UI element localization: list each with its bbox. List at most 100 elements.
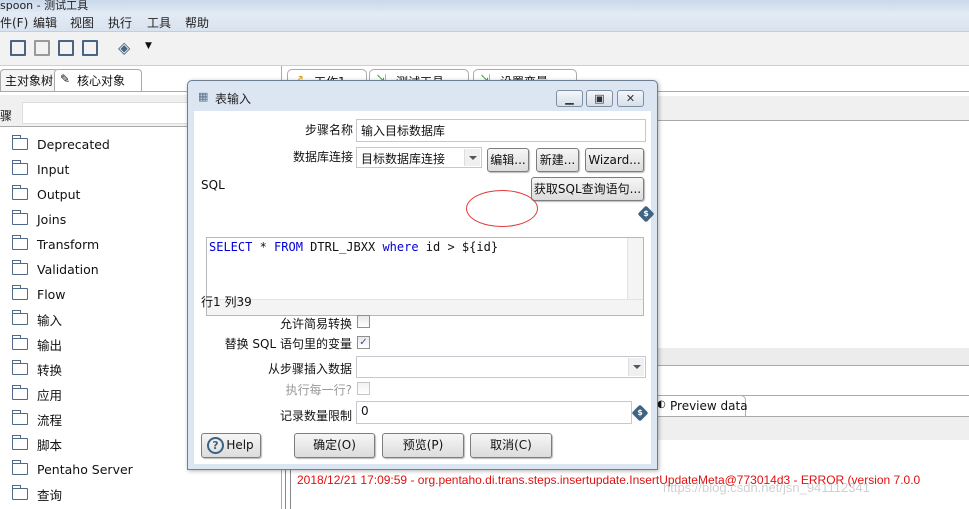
save-icon[interactable] [58,40,74,56]
folder-icon [11,135,28,150]
tree-item[interactable]: 输入 [11,309,62,329]
close-button[interactable]: ✕ [617,90,644,107]
variable-icon: $ [637,205,655,223]
folder-icon [11,485,28,500]
dialog-title: 表输入 [215,92,252,106]
menu-tools[interactable]: 工具 [147,14,171,31]
insert-from-step-select[interactable] [356,356,646,378]
sql-label: SQL [201,178,225,192]
folder-icon [11,285,28,300]
pencil-icon: ✎ [60,72,71,86]
tree-item[interactable]: Validation [11,259,99,279]
tree-item[interactable]: Pentaho Server [11,459,133,479]
cancel-button[interactable]: 取消(C) [470,433,552,458]
folder-icon [11,235,28,250]
tree-item-label: Validation [37,261,99,277]
tree-item-label: Transform [37,236,100,252]
sql-editor[interactable]: SELECT * FROM DTRL_JBXX where id > ${id} [206,237,644,316]
toolbar: ◈ ▼ [0,32,969,66]
table-input-icon: ▦ [198,90,209,103]
chevron-down-icon[interactable]: ▼ [145,41,152,51]
folder-icon [11,260,28,275]
menu-edit[interactable]: 编辑 [33,14,57,31]
tree-item[interactable]: Joins [11,209,67,229]
watermark: https://blog.csdn.net/jsn_941112341 [663,480,870,495]
new-connection-button[interactable]: 新建... [536,148,579,172]
execute-each-row-label: 执行每一行? [285,383,352,397]
tree-item-label: 应用 [37,387,63,403]
eye-icon: ◐ [657,399,666,410]
window-titlebar: spoon - 测试工具 [0,0,969,12]
db-connection-value: 目标数据库连接 [361,152,446,166]
horizontal-scrollbar[interactable] [207,299,643,315]
explore-icon[interactable] [34,40,50,56]
vertical-scrollbar[interactable] [627,238,643,300]
db-connection-select[interactable]: 目标数据库连接 [356,147,482,168]
menu-help[interactable]: 帮助 [185,14,209,31]
tree-item[interactable]: 流程 [11,409,63,429]
edit-connection-button[interactable]: 编辑... [487,148,529,172]
minimize-button[interactable]: ▁ [556,90,583,107]
tree-item[interactable]: 脚本 [11,434,62,454]
tree-item-label: 输出 [37,337,63,353]
wizard-button[interactable]: Wizard... [585,148,644,172]
tree-item-label: 流程 [37,412,63,428]
menu-view[interactable]: 视图 [70,14,94,31]
folder-icon [11,410,28,425]
tree-item-label: Flow [37,286,66,302]
cursor-position: 行1 列39 [201,295,252,309]
variable-icon: $ [631,404,649,422]
tree-item-label: Pentaho Server [37,461,133,477]
replace-variables-label: 替换 SQL 语句里的变量 [224,337,352,351]
folder-icon [11,385,28,400]
layers-icon[interactable]: ◈ [118,38,130,57]
maximize-button[interactable]: ▣ [586,90,613,107]
get-sql-button[interactable]: 获取SQL查询语句... [531,177,644,201]
tree-item[interactable]: 输出 [11,334,63,354]
execute-each-row-checkbox[interactable] [357,382,370,395]
help-button[interactable]: ? Help [201,433,261,458]
limit-input[interactable]: 0 [356,401,632,424]
help-label: Help [226,438,254,452]
tree-item-label: 查询 [37,487,63,503]
tree-item[interactable]: 查询 [11,484,63,504]
tree-item-label: Joins [37,211,67,227]
menu-run[interactable]: 执行 [108,14,132,31]
tree-item[interactable]: Deprecated [11,134,110,154]
replace-variables-checkbox[interactable]: ✓ [357,336,370,349]
tab-label: 核心对象 [77,74,126,88]
folder-icon [11,360,28,375]
folder-icon [11,185,28,200]
lazy-conversion-checkbox[interactable] [357,315,370,328]
folder-icon [11,310,28,325]
preview-button[interactable]: 预览(P) [382,433,464,458]
tab-preview-data[interactable]: ◐ Preview data [653,395,748,417]
limit-label: 记录数量限制 [279,409,352,423]
ok-button[interactable]: 确定(O) [294,433,375,458]
folder-icon [11,160,28,175]
tree-item-label: 转换 [37,362,63,378]
folder-icon [11,210,28,225]
tree-item-label: Deprecated [37,136,110,152]
annotation-circle [466,190,538,227]
step-name-label: 步骤名称 [304,123,353,137]
tab-main-tree[interactable]: 主对象树 [0,69,59,91]
db-connection-label: 数据库连接 [292,150,353,164]
insert-from-step-label: 从步骤插入数据 [267,362,352,376]
menu-file[interactable]: 件(F) [0,14,28,31]
tree-item[interactable]: 转换 [11,359,63,379]
save-as-icon[interactable] [82,40,98,56]
tree-item[interactable]: Flow [11,284,66,304]
table-input-dialog: ▦ 表输入 ▁ ▣ ✕ 步骤名称 输入目标数据库 数据库连接 目标数据库连接 编… [187,80,658,470]
open-file-icon[interactable] [10,40,26,56]
step-name-input[interactable]: 输入目标数据库 [356,119,646,142]
tab-core-objects[interactable]: ✎ 核心对象 [54,69,142,91]
tree-item[interactable]: Output [11,184,80,204]
chevron-down-icon [464,149,480,166]
lazy-conversion-label: 允许简易转换 [279,317,352,331]
tree-item[interactable]: Transform [11,234,100,254]
sql-text: SELECT * FROM DTRL_JBXX where id > ${id} [209,240,499,254]
tree-item[interactable]: 应用 [11,384,63,404]
folder-icon [11,460,28,475]
tree-item[interactable]: Input [11,159,69,179]
